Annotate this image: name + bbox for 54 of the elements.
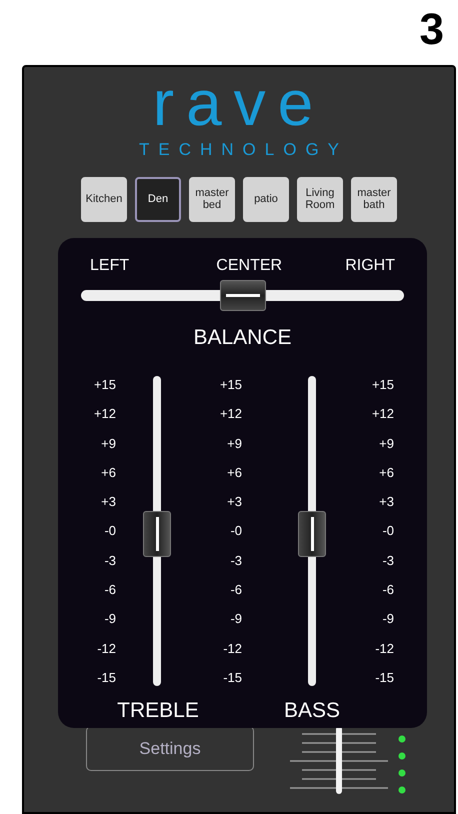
scale-label: -12 bbox=[223, 642, 242, 655]
center-label: CENTER bbox=[216, 258, 282, 274]
scale-label: -15 bbox=[375, 670, 394, 684]
scale-label: -9 bbox=[230, 612, 242, 626]
zone-button[interactable]: Den bbox=[135, 176, 181, 222]
scale-label: -9 bbox=[104, 612, 116, 626]
left-label: LEFT bbox=[90, 258, 130, 274]
scale-label: +12 bbox=[220, 407, 242, 420]
scale-label: -15 bbox=[223, 670, 242, 684]
scale-label: +3 bbox=[101, 495, 116, 508]
treble-slider[interactable] bbox=[143, 376, 171, 686]
scale-label: -3 bbox=[104, 554, 116, 567]
scale-label: +9 bbox=[227, 436, 242, 450]
scale-label: -6 bbox=[104, 583, 116, 596]
scale-label: +9 bbox=[379, 436, 394, 450]
logo-wordmark: rave bbox=[152, 71, 326, 135]
scale-label: -6 bbox=[230, 583, 242, 596]
zone-button[interactable]: master bed bbox=[189, 176, 235, 222]
scale-label: +6 bbox=[379, 466, 394, 479]
scale-label: +12 bbox=[372, 407, 394, 420]
scale-label: -6 bbox=[382, 583, 394, 596]
zone-button[interactable]: Living Room bbox=[297, 176, 343, 222]
scale-label: -3 bbox=[382, 554, 394, 567]
scale-label: +15 bbox=[220, 378, 242, 391]
scale-label: +9 bbox=[101, 436, 116, 450]
scale-label: -3 bbox=[230, 554, 242, 567]
scale-label: -0 bbox=[104, 524, 116, 538]
slider-thumb[interactable] bbox=[298, 510, 326, 557]
zone-button[interactable]: Kitchen bbox=[81, 176, 127, 222]
scale-label: +6 bbox=[227, 466, 242, 479]
balance-slider[interactable] bbox=[81, 280, 404, 311]
scale-label: -12 bbox=[375, 642, 394, 655]
scale-label: -12 bbox=[97, 642, 116, 655]
slider-thumb[interactable] bbox=[143, 510, 171, 557]
treble-title: TREBLE bbox=[117, 700, 199, 721]
zone-button[interactable]: patio bbox=[243, 176, 289, 222]
slider-thumb[interactable] bbox=[220, 280, 266, 311]
scale-label: +3 bbox=[379, 495, 394, 508]
scale-label: -9 bbox=[382, 612, 394, 626]
scale-label: -0 bbox=[230, 524, 242, 538]
balance-title: BALANCE bbox=[193, 327, 292, 348]
scale-label: +12 bbox=[94, 407, 116, 420]
right-label: RIGHT bbox=[345, 258, 395, 274]
bass-title: BASS bbox=[284, 700, 340, 721]
scale-label: +15 bbox=[372, 378, 394, 391]
scale-label: +6 bbox=[101, 466, 116, 479]
scale-label: -0 bbox=[382, 524, 394, 538]
scale-label: -15 bbox=[97, 670, 116, 684]
zone-button[interactable]: master bath bbox=[351, 176, 397, 222]
scale-label: +15 bbox=[94, 378, 116, 391]
page-number: 3 bbox=[420, 8, 444, 56]
scale-label: +3 bbox=[227, 495, 242, 508]
logo-tagline: TECHNOLOGY bbox=[138, 139, 348, 161]
bass-slider[interactable] bbox=[298, 376, 326, 686]
